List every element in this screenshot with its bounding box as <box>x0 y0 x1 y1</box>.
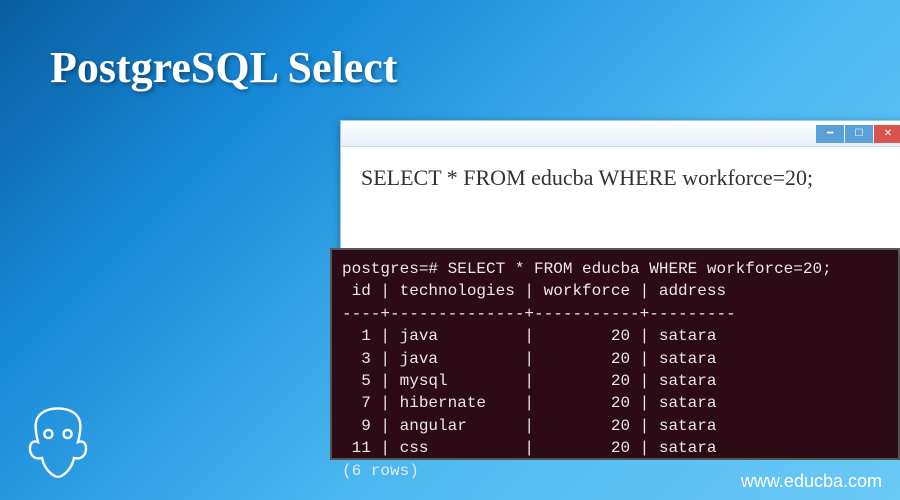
minimize-button[interactable]: ━ <box>816 125 844 143</box>
table-separator: ----+--------------+-----------+--------… <box>342 305 736 323</box>
table-row: 3 | java | 20 | satara <box>342 350 716 368</box>
postgresql-logo-icon <box>18 402 98 482</box>
table-row: 1 | java | 20 | satara <box>342 327 716 345</box>
window-titlebar: ━ ☐ ✕ <box>341 121 900 147</box>
terminal-query: SELECT * FROM educba WHERE workforce=20; <box>448 260 832 278</box>
page-title: PostgreSQL Select <box>50 42 397 93</box>
editor-window: ━ ☐ ✕ SELECT * FROM educba WHERE workfor… <box>340 120 900 260</box>
table-headers: id | technologies | workforce | address <box>342 282 726 300</box>
query-text: SELECT * FROM educba WHERE workforce=20; <box>341 147 900 209</box>
terminal-output: postgres=# SELECT * FROM educba WHERE wo… <box>330 248 900 460</box>
table-row: 11 | css | 20 | satara <box>342 439 716 457</box>
maximize-button[interactable]: ☐ <box>845 125 873 143</box>
table-row: 9 | angular | 20 | satara <box>342 417 716 435</box>
close-button[interactable]: ✕ <box>874 125 900 143</box>
terminal-prompt: postgres=# <box>342 260 448 278</box>
table-row: 7 | hibernate | 20 | satara <box>342 394 716 412</box>
table-row: 5 | mysql | 20 | satara <box>342 372 716 390</box>
result-footer: (6 rows) <box>342 462 419 480</box>
watermark-text: www.educba.com <box>741 471 882 492</box>
